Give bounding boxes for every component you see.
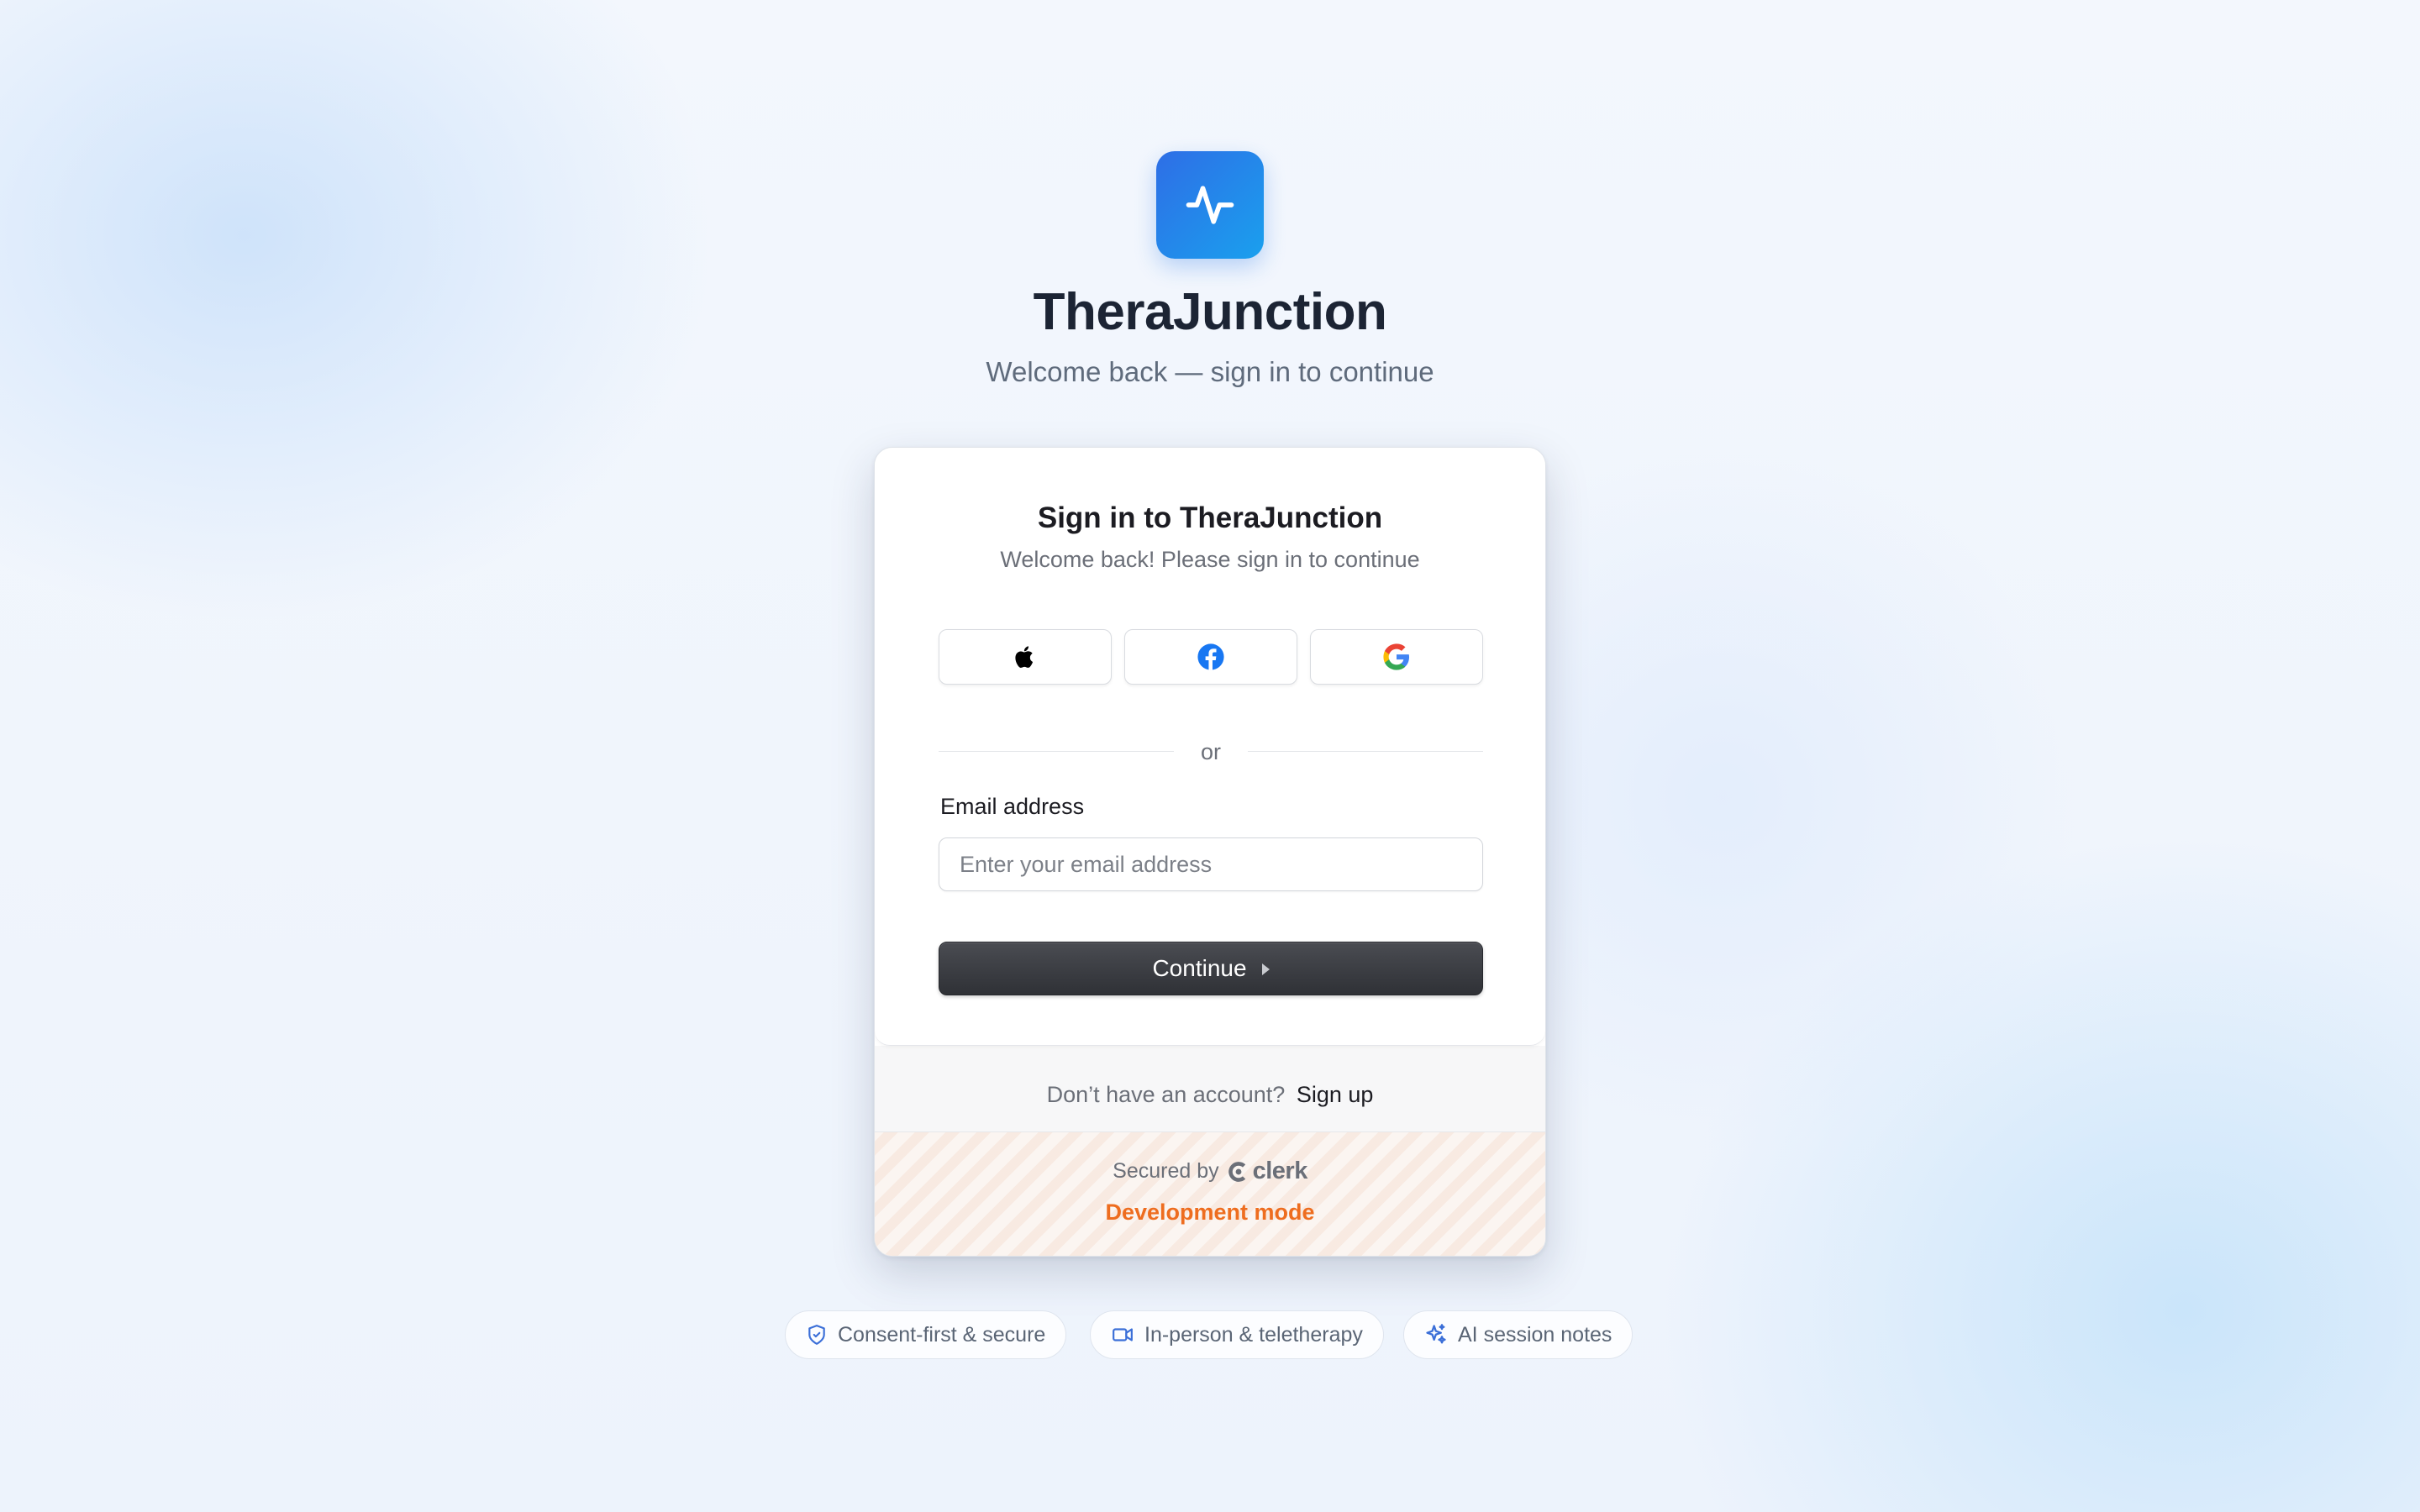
feature-pill-label: Consent-first & secure: [838, 1322, 1046, 1347]
apple-signin-button[interactable]: [939, 629, 1112, 685]
feature-pill-ai-notes: AI session notes: [1403, 1310, 1634, 1359]
secured-by-row: Secured by clerk: [875, 1158, 1545, 1185]
google-icon: [1383, 643, 1410, 670]
apple-icon: [1015, 646, 1034, 668]
secured-by-text: Secured by: [1113, 1159, 1219, 1183]
shield-check-icon: [808, 1325, 825, 1345]
signin-subtitle: Welcome back! Please sign in to continue: [1000, 547, 1420, 572]
feature-pill-label: In-person & teletherapy: [1144, 1322, 1363, 1347]
facebook-icon: [1197, 643, 1224, 670]
caret-right-icon: [1261, 963, 1270, 975]
email-label: Email address: [940, 794, 1085, 819]
continue-button[interactable]: Continue: [939, 942, 1483, 995]
signin-card: Sign in to TheraJunction Welcome back! P…: [874, 447, 1546, 1257]
app-title: TheraJunction: [1033, 283, 1387, 341]
clerk-icon: [1228, 1161, 1245, 1182]
divider-line-right: [1248, 751, 1483, 752]
divider-text: or: [1200, 739, 1221, 764]
activity-pulse-icon: [1186, 186, 1234, 224]
app-logo: [1156, 151, 1264, 259]
dev-mode-footer: Secured by clerk Development mode: [875, 1131, 1545, 1256]
feature-pill-label: AI session notes: [1458, 1322, 1612, 1347]
social-login-row: [939, 629, 1483, 685]
dev-mode-label: Development mode: [1105, 1200, 1315, 1225]
video-icon: [1113, 1328, 1133, 1341]
signup-prompt: Don’t have an account?: [1046, 1082, 1286, 1107]
signin-title: Sign in to TheraJunction: [1037, 501, 1383, 534]
feature-pill-security: Consent-first & secure: [785, 1310, 1067, 1359]
email-field[interactable]: [939, 837, 1483, 891]
signup-row: Don’t have an account? Sign up: [875, 1082, 1545, 1108]
app-tagline: Welcome back — sign in to continue: [986, 356, 1434, 387]
feature-pill-teletherapy: In-person & teletherapy: [1090, 1310, 1384, 1359]
continue-button-label: Continue: [1152, 955, 1247, 981]
facebook-signin-button[interactable]: [1124, 629, 1297, 685]
sparkles-icon: [1426, 1324, 1446, 1344]
signin-card-body: Sign in to TheraJunction Welcome back! P…: [875, 448, 1545, 1046]
or-divider: or: [939, 735, 1483, 769]
signup-link[interactable]: Sign up: [1297, 1082, 1374, 1107]
clerk-wordmark: clerk: [1252, 1158, 1308, 1184]
google-signin-button[interactable]: [1310, 629, 1483, 685]
clerk-logo[interactable]: clerk: [1228, 1158, 1307, 1185]
